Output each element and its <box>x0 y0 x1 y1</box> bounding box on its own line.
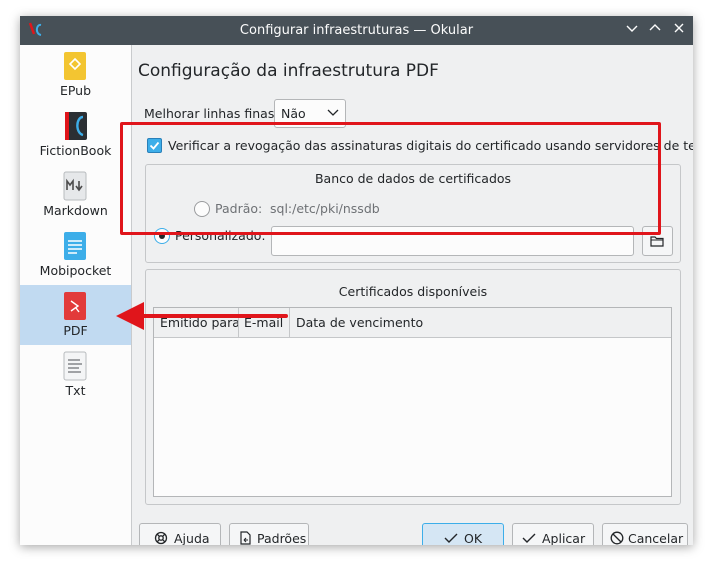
sidebar-item-mobipocket[interactable]: Mobipocket <box>20 225 131 285</box>
settings-page: Configuração da infraestrutura PDF Melho… <box>132 45 693 545</box>
chevron-down-icon <box>327 109 339 116</box>
cancel-button-label: Cancelar <box>628 531 684 545</box>
verify-revocation-label[interactable]: Verificar a revogação das assinaturas di… <box>168 138 693 153</box>
sidebar-item-pdf[interactable]: PDF <box>20 285 131 345</box>
checkmark-icon <box>522 533 536 543</box>
txt-icon <box>63 351 87 381</box>
default-db-path: sql:/etc/pki/nssdb <box>270 201 380 216</box>
pdf-icon <box>64 292 86 320</box>
default-db-radio[interactable] <box>194 201 210 217</box>
thin-lines-combo[interactable]: Não <box>274 99 346 128</box>
ok-button-label: OK <box>464 531 483 545</box>
apply-button[interactable]: Aplicar <box>512 523 594 545</box>
column-divider[interactable] <box>238 308 239 337</box>
epub-icon <box>64 52 86 80</box>
custom-db-radio[interactable] <box>154 228 170 244</box>
cancel-icon <box>610 531 624 545</box>
sidebar-item-label: Txt <box>65 383 86 398</box>
maximize-button[interactable] <box>646 21 664 39</box>
backend-list: EPub FictionBook Markdown Mobipocket PDF… <box>20 45 132 545</box>
thin-lines-value: Não <box>281 106 306 121</box>
chevron-down-icon <box>626 25 638 32</box>
settings-dialog: Configurar infraestruturas — Okular EPub… <box>20 16 693 545</box>
title-bar[interactable]: Configurar infraestruturas — Okular <box>20 16 693 45</box>
table-header: Emitido para E-mail Data de vencimento <box>154 308 671 338</box>
column-header-issued-to[interactable]: Emitido para <box>160 315 240 330</box>
cert-db-group: Banco de dados de certificados Padrão: s… <box>145 164 681 263</box>
sidebar-item-label: Mobipocket <box>39 263 112 278</box>
certificates-table[interactable]: Emitido para E-mail Data de vencimento <box>153 307 672 497</box>
apply-button-label: Aplicar <box>542 531 586 545</box>
close-button[interactable] <box>670 21 688 39</box>
verify-revocation-checkbox[interactable] <box>147 138 162 153</box>
column-header-email[interactable]: E-mail <box>244 315 283 330</box>
sidebar-item-label: EPub <box>59 83 92 98</box>
markdown-icon <box>63 171 87 201</box>
checkmark-icon <box>444 533 458 543</box>
ok-button[interactable]: OK <box>422 523 504 545</box>
window-menu-button[interactable] <box>623 21 641 39</box>
sidebar-item-label: FictionBook <box>39 143 112 158</box>
cert-db-title: Banco de dados de certificados <box>314 171 512 186</box>
thin-lines-label: Melhorar linhas finas: <box>144 106 279 121</box>
document-revert-icon <box>240 531 251 545</box>
browse-folder-button[interactable] <box>642 226 673 256</box>
sidebar-item-label: PDF <box>63 323 88 338</box>
window-title: Configurar infraestruturas — Okular <box>239 23 474 38</box>
fictionbook-icon <box>65 112 87 140</box>
defaults-button-label: Padrões <box>257 531 307 545</box>
certificates-title: Certificados disponíveis <box>338 284 488 299</box>
help-button[interactable]: Ajuda <box>139 523 221 545</box>
column-header-expiry[interactable]: Data de vencimento <box>296 315 423 330</box>
checkmark-icon <box>149 141 160 150</box>
folder-icon <box>650 236 664 247</box>
help-icon <box>154 531 168 545</box>
help-button-label: Ajuda <box>174 531 210 545</box>
column-divider[interactable] <box>289 308 290 337</box>
sidebar-item-markdown[interactable]: Markdown <box>20 165 131 225</box>
defaults-button[interactable]: Padrões <box>229 523 309 545</box>
page-title: Configuração da infraestrutura PDF <box>138 61 439 81</box>
default-db-label: Padrão: <box>215 201 263 216</box>
sidebar-item-fictionbook[interactable]: FictionBook <box>20 105 131 165</box>
custom-db-label: Personalizado: <box>175 228 266 243</box>
mobipocket-icon <box>64 232 86 260</box>
sidebar-item-epub[interactable]: EPub <box>20 45 131 105</box>
sidebar-item-txt[interactable]: Txt <box>20 345 131 405</box>
chevron-up-icon <box>649 24 661 31</box>
cancel-button[interactable]: Cancelar <box>602 523 688 545</box>
custom-db-path-input[interactable] <box>271 226 634 256</box>
sidebar-item-label: Markdown <box>43 203 108 218</box>
close-icon <box>674 23 684 33</box>
